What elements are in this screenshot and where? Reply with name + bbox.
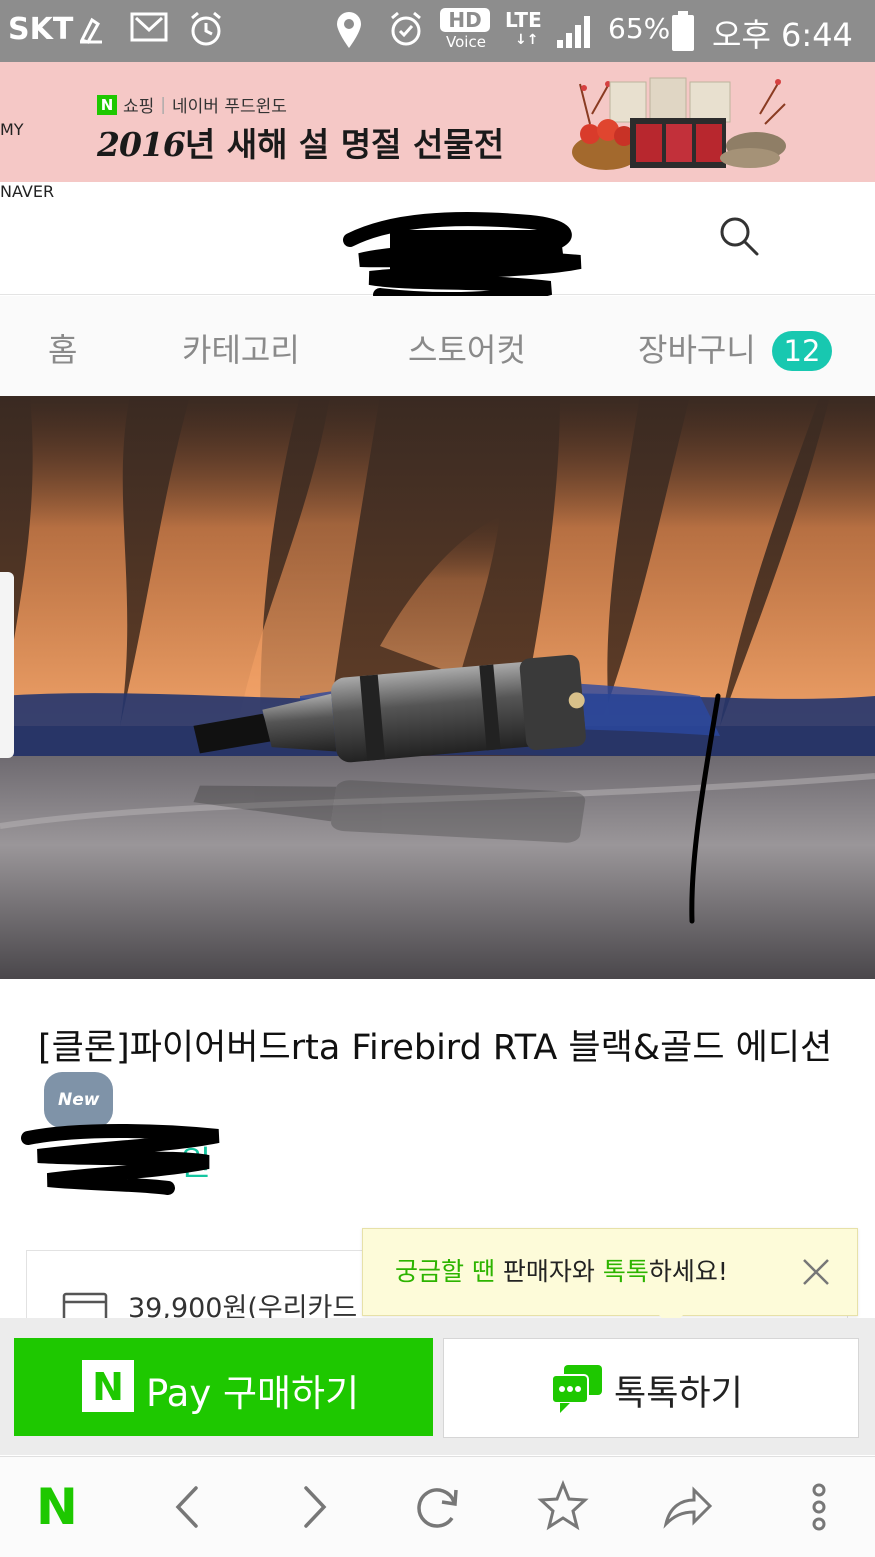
naver-home-button[interactable]: N bbox=[36, 1478, 78, 1536]
redaction-scribble bbox=[343, 212, 582, 307]
hd-label: HD bbox=[440, 8, 490, 32]
naver-pay-n-icon: N bbox=[82, 1360, 134, 1412]
banner-year: 2016 bbox=[97, 125, 186, 164]
tooltip-text-1: 궁금할 땐 bbox=[395, 1257, 495, 1286]
banner-subbrand: 네이버 푸드윈도 bbox=[172, 97, 287, 117]
signal-icon bbox=[557, 16, 590, 48]
more-menu-icon[interactable] bbox=[792, 1480, 846, 1534]
alarm-icon bbox=[191, 11, 221, 46]
battery-percent: 65% bbox=[608, 12, 671, 45]
banner-shop-tag: 쇼핑 bbox=[123, 97, 155, 117]
battery-icon bbox=[672, 11, 694, 51]
product-title-text: [클론]파이어버드rta Firebird RTA 블랙&골드 에디션 bbox=[38, 1028, 833, 1068]
clock: 오후 6:44 bbox=[712, 16, 853, 54]
alarm-icon bbox=[391, 11, 421, 46]
tooltip-text-3: 톡톡 bbox=[602, 1257, 649, 1286]
tooltip-text-2: 판매자와 bbox=[502, 1257, 595, 1286]
tooltip-text-4: 하세요! bbox=[648, 1257, 728, 1286]
product-image[interactable] bbox=[0, 396, 875, 979]
refresh-icon[interactable] bbox=[410, 1480, 464, 1534]
tab-home[interactable]: 홈 bbox=[48, 325, 77, 371]
talktalk-label: 톡톡하기 bbox=[614, 1374, 743, 1414]
talktalk-tooltip: 궁금할 땐 판매자와 톡톡하세요! bbox=[362, 1228, 858, 1329]
price-redaction-scribble bbox=[21, 1124, 220, 1195]
tab-cart[interactable]: 장바구니 bbox=[638, 325, 756, 371]
close-icon[interactable] bbox=[801, 1257, 831, 1287]
search-icon[interactable] bbox=[718, 215, 760, 257]
side-drawer-handle[interactable] bbox=[0, 572, 24, 758]
tab-storecut[interactable]: 스토어컷 bbox=[408, 325, 526, 371]
location-icon bbox=[337, 12, 361, 48]
talktalk-button[interactable]: 톡톡하기 bbox=[443, 1338, 859, 1438]
product-title: [클론]파이어버드rta Firebird RTA 블랙&골드 에디션 New bbox=[38, 1024, 838, 1128]
gmail-icon bbox=[130, 12, 168, 42]
chevron-right-icon bbox=[14, 652, 24, 678]
naver-pay-buy-button[interactable]: N Pay 구매하기 bbox=[14, 1338, 433, 1436]
banner-headline-text: 년 새해 설 명절 선물전 bbox=[184, 125, 505, 164]
banner-headline: 2016년 새해 설 명절 선물전 bbox=[97, 118, 504, 166]
back-arrow-icon[interactable] bbox=[162, 1480, 216, 1534]
my-menu-button[interactable]: MY bbox=[0, 120, 24, 139]
voice-label: Voice bbox=[446, 33, 486, 51]
banner-separator: | bbox=[160, 94, 167, 115]
gift-set-image bbox=[572, 77, 786, 170]
carrier-label: SKT bbox=[8, 12, 74, 47]
share-arrow-icon[interactable] bbox=[660, 1480, 714, 1534]
bookmark-star-icon[interactable] bbox=[536, 1480, 590, 1534]
banner-brand-line: N 쇼핑 | 네이버 푸드윈도 bbox=[97, 92, 287, 117]
tab-category[interactable]: 카테고리 bbox=[182, 325, 300, 371]
naver-pay-label: Pay 구매하기 bbox=[146, 1372, 360, 1415]
status-bar: SKT HD Voice LTE ↓↑ 65% 오후 6:44 bbox=[0, 0, 875, 62]
lte-label: LTE bbox=[505, 8, 542, 32]
cleaner-icon bbox=[79, 17, 102, 44]
hd-voice-icon: HD Voice bbox=[440, 8, 492, 54]
naver-mini-logo: N bbox=[97, 94, 117, 115]
forward-arrow-icon[interactable] bbox=[286, 1480, 340, 1534]
lte-icon: LTE ↓↑ bbox=[505, 8, 549, 54]
talktalk-chat-icon bbox=[551, 1365, 602, 1413]
cart-count-badge: 12 bbox=[772, 331, 832, 371]
